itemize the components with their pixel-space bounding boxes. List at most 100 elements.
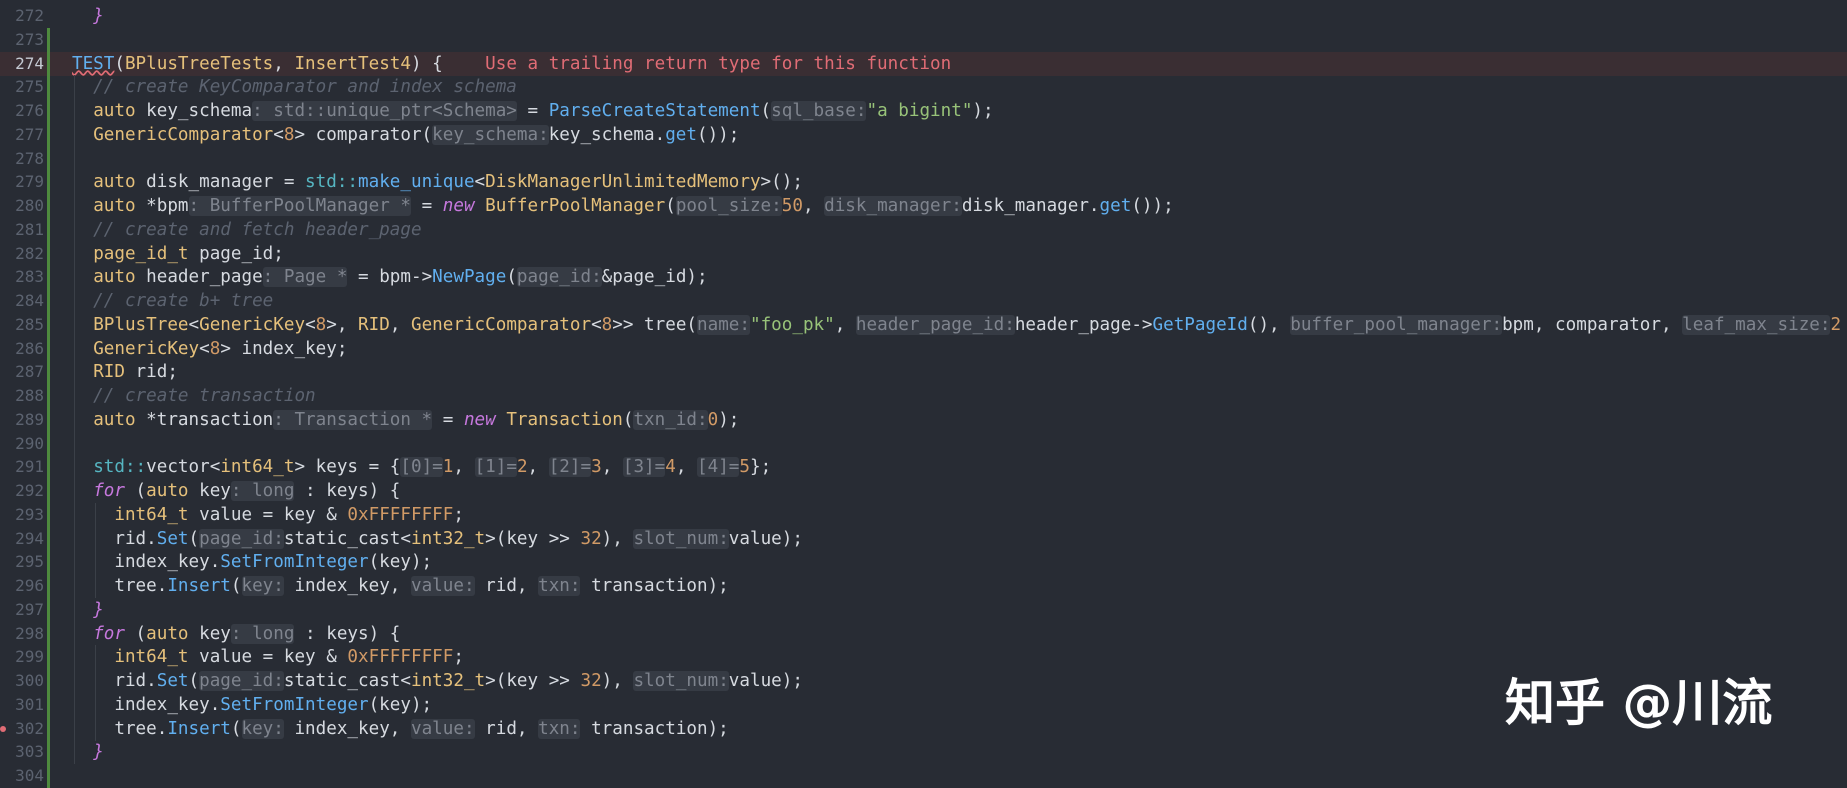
line-number[interactable]: 295: [0, 550, 44, 574]
code-line[interactable]: 278: [0, 146, 1847, 171]
line-number[interactable]: 296: [0, 574, 44, 598]
line-number[interactable]: 282: [0, 242, 44, 266]
code-text[interactable]: auto *bpm: BufferPoolManager * = new Buf…: [72, 194, 1174, 218]
line-number[interactable]: 283: [0, 265, 44, 289]
code-line[interactable]: 284 // create b+ tree: [0, 289, 1847, 313]
line-number[interactable]: 288: [0, 384, 44, 408]
code-line[interactable]: 293 int64_t value = key & 0xFFFFFFFF;: [0, 502, 1847, 527]
code-text[interactable]: for (auto key: long : keys) {: [72, 622, 400, 646]
code-token: ,: [834, 314, 856, 335]
code-text[interactable]: index_key.SetFromInteger(key);: [72, 550, 432, 574]
code-line[interactable]: 292 for (auto key: long : keys) {: [0, 479, 1847, 503]
code-line[interactable]: 303 }: [0, 740, 1847, 765]
code-line[interactable]: 279 auto disk_manager = std::make_unique…: [0, 170, 1847, 195]
line-number[interactable]: 277: [0, 123, 44, 147]
line-number[interactable]: 274: [0, 52, 44, 76]
code-text[interactable]: auto header_page: Page * = bpm->NewPage(…: [72, 265, 708, 289]
code-line[interactable]: 294 rid.Set(page_id:static_cast<int32_t>…: [0, 526, 1847, 551]
code-line[interactable]: 297 }: [0, 597, 1847, 622]
line-number[interactable]: 303: [0, 740, 44, 764]
code-text[interactable]: RID rid;: [72, 360, 178, 384]
code-line[interactable]: 282 page_id_t page_id;: [0, 241, 1847, 266]
line-number[interactable]: 291: [0, 455, 44, 479]
line-number[interactable]: 300: [0, 669, 44, 693]
code-text[interactable]: // create transaction: [72, 384, 315, 408]
line-number[interactable]: 276: [0, 99, 44, 123]
code-text[interactable]: // create KeyComparator and index schema: [72, 75, 517, 99]
line-number[interactable]: 280: [0, 194, 44, 218]
code-text[interactable]: tree.Insert(key: index_key, value: rid, …: [72, 574, 729, 598]
code-line[interactable]: 280 auto *bpm: BufferPoolManager * = new…: [0, 194, 1847, 218]
code-line[interactable]: 274 TEST(BPlusTreeTests, InsertTest4) { U…: [0, 51, 1847, 76]
line-number[interactable]: 286: [0, 337, 44, 361]
code-text[interactable]: int64_t value = key & 0xFFFFFFFF;: [72, 645, 464, 669]
code-line[interactable]: 304: [0, 764, 1847, 788]
code-text[interactable]: GenericKey<8> index_key;: [72, 337, 347, 361]
code-text[interactable]: page_id_t page_id;: [72, 242, 284, 266]
line-number[interactable]: 281: [0, 218, 44, 242]
breakpoint-icon[interactable]: [0, 725, 6, 732]
code-text[interactable]: index_key.SetFromInteger(key);: [72, 693, 432, 717]
code-line[interactable]: 281 // create and fetch header_page: [0, 217, 1847, 242]
code-line[interactable]: 272 }: [0, 4, 1847, 28]
inlay-hint: sql_base:: [771, 101, 867, 121]
code-editor[interactable]: 272 } 273 274 TEST(BPlusTreeTests, InsertTe…: [0, 0, 1847, 788]
code-text[interactable]: // create and fetch header_page: [72, 218, 421, 242]
code-text[interactable]: auto disk_manager = std::make_unique<Dis…: [72, 170, 803, 194]
line-number[interactable]: 272: [0, 4, 44, 28]
line-number[interactable]: 278: [0, 147, 44, 171]
code-line[interactable]: 289 auto *transaction: Transaction * = n…: [0, 407, 1847, 432]
line-number[interactable]: 298: [0, 622, 44, 646]
code-token: (: [124, 623, 147, 644]
code-line[interactable]: 287 RID rid;: [0, 360, 1847, 385]
code-text[interactable]: BPlusTree<GenericKey<8>, RID, GenericCom…: [72, 313, 1841, 337]
code-text[interactable]: // create b+ tree: [72, 289, 273, 313]
line-number[interactable]: 302: [0, 717, 44, 741]
code-line[interactable]: 291 std::vector<int64_t> keys = {[0]=1, …: [0, 455, 1847, 480]
line-number[interactable]: 289: [0, 408, 44, 432]
line-number[interactable]: 284: [0, 289, 44, 313]
code-line[interactable]: 286 GenericKey<8> index_key;: [0, 336, 1847, 361]
line-number[interactable]: 285: [0, 313, 44, 337]
line-number[interactable]: 294: [0, 527, 44, 551]
line-number[interactable]: 279: [0, 170, 44, 194]
line-number[interactable]: 299: [0, 645, 44, 669]
line-number[interactable]: 273: [0, 28, 44, 52]
line-number[interactable]: 304: [0, 764, 44, 788]
code-line[interactable]: 285 BPlusTree<GenericKey<8>, RID, Generi…: [0, 312, 1847, 337]
code-text[interactable]: auto *transaction: Transaction * = new T…: [72, 408, 739, 432]
code-text[interactable]: for (auto key: long : keys) {: [72, 479, 400, 503]
code-line[interactable]: 277 GenericComparator<8> comparator(key_…: [0, 122, 1847, 147]
code-line[interactable]: 273: [0, 27, 1847, 52]
code-line[interactable]: 296 tree.Insert(key: index_key, value: r…: [0, 574, 1847, 598]
line-number[interactable]: 287: [0, 360, 44, 384]
code-text[interactable]: }: [72, 4, 104, 28]
line-number[interactable]: 275: [0, 75, 44, 99]
code-line[interactable]: 276 auto key_schema: std::unique_ptr<Sch…: [0, 99, 1847, 123]
code-text[interactable]: TEST(BPlusTreeTests, InsertTest4) { Use …: [72, 52, 951, 76]
code-line[interactable]: 295 index_key.SetFromInteger(key);: [0, 550, 1847, 575]
code-text[interactable]: int64_t value = key & 0xFFFFFFFF;: [72, 503, 464, 527]
code-text[interactable]: rid.Set(page_id:static_cast<int32_t>(key…: [72, 669, 803, 693]
code-line[interactable]: 299 int64_t value = key & 0xFFFFFFFF;: [0, 645, 1847, 670]
code-text[interactable]: auto key_schema: std::unique_ptr<Schema>…: [72, 99, 994, 123]
code-line[interactable]: 290: [0, 431, 1847, 456]
code-line[interactable]: 275 // create KeyComparator and index sc…: [0, 75, 1847, 100]
line-number[interactable]: 297: [0, 598, 44, 622]
code-text[interactable]: tree.Insert(key: index_key, value: rid, …: [72, 717, 729, 741]
code-text[interactable]: std::vector<int64_t> keys = {[0]=1, [1]=…: [72, 455, 771, 479]
line-number[interactable]: 292: [0, 479, 44, 503]
code-text[interactable]: GenericComparator<8> comparator(key_sche…: [72, 123, 739, 147]
line-number[interactable]: 301: [0, 693, 44, 717]
code-line[interactable]: 283 auto header_page: Page * = bpm->NewP…: [0, 265, 1847, 290]
code-line[interactable]: 288 // create transaction: [0, 384, 1847, 408]
code-line[interactable]: 298 for (auto key: long : keys) {: [0, 621, 1847, 646]
code-token: ,: [601, 457, 623, 478]
vcs-change-bar: [47, 194, 50, 218]
line-number[interactable]: 290: [0, 432, 44, 456]
code-text[interactable]: }: [72, 740, 104, 764]
code-token: <: [474, 172, 486, 193]
line-number[interactable]: 293: [0, 503, 44, 527]
code-text[interactable]: }: [72, 598, 104, 622]
code-text[interactable]: rid.Set(page_id:static_cast<int32_t>(key…: [72, 527, 803, 551]
